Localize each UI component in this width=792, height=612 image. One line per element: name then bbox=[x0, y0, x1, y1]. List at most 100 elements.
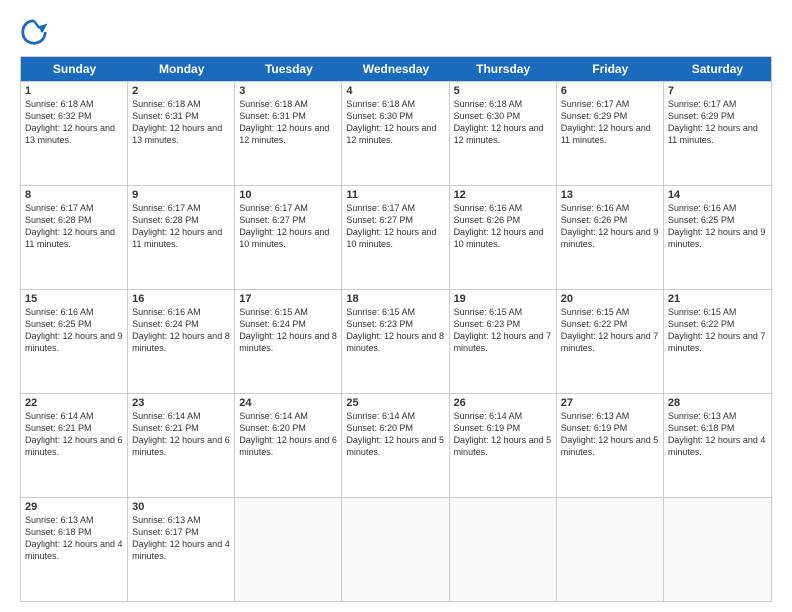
day-number: 4 bbox=[346, 85, 444, 97]
day-info: Sunrise: 6:17 AMSunset: 6:29 PMDaylight:… bbox=[668, 98, 767, 147]
day-cell-26: 26Sunrise: 6:14 AMSunset: 6:19 PMDayligh… bbox=[450, 394, 557, 497]
day-info: Sunrise: 6:17 AMSunset: 6:27 PMDaylight:… bbox=[239, 202, 337, 251]
day-cell-9: 9Sunrise: 6:17 AMSunset: 6:28 PMDaylight… bbox=[128, 186, 235, 289]
day-cell-22: 22Sunrise: 6:14 AMSunset: 6:21 PMDayligh… bbox=[21, 394, 128, 497]
header bbox=[20, 18, 772, 46]
week-row-5: 29Sunrise: 6:13 AMSunset: 6:18 PMDayligh… bbox=[21, 497, 771, 601]
day-cell-4: 4Sunrise: 6:18 AMSunset: 6:30 PMDaylight… bbox=[342, 82, 449, 185]
day-number: 20 bbox=[561, 293, 659, 305]
day-number: 10 bbox=[239, 189, 337, 201]
day-info: Sunrise: 6:18 AMSunset: 6:30 PMDaylight:… bbox=[346, 98, 444, 147]
day-cell-11: 11Sunrise: 6:17 AMSunset: 6:27 PMDayligh… bbox=[342, 186, 449, 289]
day-info: Sunrise: 6:17 AMSunset: 6:28 PMDaylight:… bbox=[132, 202, 230, 251]
day-number: 28 bbox=[668, 397, 767, 409]
empty-cell bbox=[342, 498, 449, 601]
header-day-sunday: Sunday bbox=[21, 57, 128, 81]
day-info: Sunrise: 6:16 AMSunset: 6:26 PMDaylight:… bbox=[561, 202, 659, 251]
day-cell-24: 24Sunrise: 6:14 AMSunset: 6:20 PMDayligh… bbox=[235, 394, 342, 497]
day-number: 26 bbox=[454, 397, 552, 409]
day-info: Sunrise: 6:15 AMSunset: 6:22 PMDaylight:… bbox=[561, 306, 659, 355]
day-number: 9 bbox=[132, 189, 230, 201]
week-row-2: 8 Sunrise: 6:17 AMSunset: 6:28 PMDaylight… bbox=[21, 185, 771, 289]
day-info: Sunrise: 6:13 AMSunset: 6:19 PMDaylight:… bbox=[561, 410, 659, 459]
day-info: Sunrise: 6:18 AMSunset: 6:32 PMDaylight:… bbox=[25, 98, 123, 147]
day-number: 18 bbox=[346, 293, 444, 305]
day-number: 13 bbox=[561, 189, 659, 201]
day-cell-1: 1Sunrise: 6:18 AMSunset: 6:32 PMDaylight… bbox=[21, 82, 128, 185]
day-number: 6 bbox=[561, 85, 659, 97]
header-day-saturday: Saturday bbox=[664, 57, 771, 81]
day-info: Sunrise: 6:16 AMSunset: 6:25 PMDaylight:… bbox=[25, 306, 123, 355]
empty-cell bbox=[664, 498, 771, 601]
day-number: 7 bbox=[668, 85, 767, 97]
day-info: Sunrise: 6:15 AMSunset: 6:24 PMDaylight:… bbox=[239, 306, 337, 355]
day-cell-21: 21Sunrise: 6:15 AMSunset: 6:22 PMDayligh… bbox=[664, 290, 771, 393]
day-cell-14: 14Sunrise: 6:16 AMSunset: 6:25 PMDayligh… bbox=[664, 186, 771, 289]
header-day-monday: Monday bbox=[128, 57, 235, 81]
day-number: 19 bbox=[454, 293, 552, 305]
day-cell-29: 29Sunrise: 6:13 AMSunset: 6:18 PMDayligh… bbox=[21, 498, 128, 601]
day-cell-25: 25Sunrise: 6:14 AMSunset: 6:20 PMDayligh… bbox=[342, 394, 449, 497]
day-cell-13: 13Sunrise: 6:16 AMSunset: 6:26 PMDayligh… bbox=[557, 186, 664, 289]
day-cell-6: 6Sunrise: 6:17 AMSunset: 6:29 PMDaylight… bbox=[557, 82, 664, 185]
day-info: Sunrise: 6:14 AMSunset: 6:21 PMDaylight:… bbox=[132, 410, 230, 459]
header-day-thursday: Thursday bbox=[450, 57, 557, 81]
day-cell-5: 5Sunrise: 6:18 AMSunset: 6:30 PMDaylight… bbox=[450, 82, 557, 185]
day-cell-10: 10Sunrise: 6:17 AMSunset: 6:27 PMDayligh… bbox=[235, 186, 342, 289]
day-number: 30 bbox=[132, 501, 230, 513]
day-info: Sunrise: 6:14 AMSunset: 6:19 PMDaylight:… bbox=[454, 410, 552, 459]
calendar-header: SundayMondayTuesdayWednesdayThursdayFrid… bbox=[21, 57, 771, 81]
day-info: Sunrise: 6:14 AMSunset: 6:20 PMDaylight:… bbox=[346, 410, 444, 459]
day-cell-17: 17Sunrise: 6:15 AMSunset: 6:24 PMDayligh… bbox=[235, 290, 342, 393]
calendar: SundayMondayTuesdayWednesdayThursdayFrid… bbox=[20, 56, 772, 602]
day-info: Sunrise: 6:15 AMSunset: 6:22 PMDaylight:… bbox=[668, 306, 767, 355]
day-info: Sunrise: 6:18 AMSunset: 6:31 PMDaylight:… bbox=[132, 98, 230, 147]
day-info: Sunrise: 6:13 AMSunset: 6:18 PMDaylight:… bbox=[25, 514, 123, 563]
day-cell-7: 7Sunrise: 6:17 AMSunset: 6:29 PMDaylight… bbox=[664, 82, 771, 185]
day-info: Sunrise: 6:15 AMSunset: 6:23 PMDaylight:… bbox=[454, 306, 552, 355]
day-number: 14 bbox=[668, 189, 767, 201]
empty-cell bbox=[235, 498, 342, 601]
day-info: Sunrise: 6:16 AMSunset: 6:25 PMDaylight:… bbox=[668, 202, 767, 251]
day-cell-12: 12Sunrise: 6:16 AMSunset: 6:26 PMDayligh… bbox=[450, 186, 557, 289]
day-number: 12 bbox=[454, 189, 552, 201]
day-number: 25 bbox=[346, 397, 444, 409]
day-cell-18: 18Sunrise: 6:15 AMSunset: 6:23 PMDayligh… bbox=[342, 290, 449, 393]
day-number: 2 bbox=[132, 85, 230, 97]
day-info: Sunrise: 6:17 AMSunset: 6:29 PMDaylight:… bbox=[561, 98, 659, 147]
day-info: Sunrise: 6:18 AMSunset: 6:30 PMDaylight:… bbox=[454, 98, 552, 147]
logo bbox=[20, 18, 52, 46]
logo-icon bbox=[20, 18, 48, 46]
day-cell-8: 8Sunrise: 6:17 AMSunset: 6:28 PMDaylight… bbox=[21, 186, 128, 289]
day-cell-23: 23Sunrise: 6:14 AMSunset: 6:21 PMDayligh… bbox=[128, 394, 235, 497]
day-cell-16: 16Sunrise: 6:16 AMSunset: 6:24 PMDayligh… bbox=[128, 290, 235, 393]
calendar-body: 1Sunrise: 6:18 AMSunset: 6:32 PMDaylight… bbox=[21, 81, 771, 601]
day-number: 15 bbox=[25, 293, 123, 305]
week-row-3: 15Sunrise: 6:16 AMSunset: 6:25 PMDayligh… bbox=[21, 289, 771, 393]
day-info: Sunrise: 6:18 AMSunset: 6:31 PMDaylight:… bbox=[239, 98, 337, 147]
day-number: 23 bbox=[132, 397, 230, 409]
day-cell-28: 28Sunrise: 6:13 AMSunset: 6:18 PMDayligh… bbox=[664, 394, 771, 497]
day-number: 29 bbox=[25, 501, 123, 513]
header-day-wednesday: Wednesday bbox=[342, 57, 449, 81]
day-number: 5 bbox=[454, 85, 552, 97]
day-info: Sunrise: 6:13 AMSunset: 6:18 PMDaylight:… bbox=[668, 410, 767, 459]
day-cell-27: 27Sunrise: 6:13 AMSunset: 6:19 PMDayligh… bbox=[557, 394, 664, 497]
header-day-tuesday: Tuesday bbox=[235, 57, 342, 81]
day-info: Sunrise: 6:13 AMSunset: 6:17 PMDaylight:… bbox=[132, 514, 230, 563]
day-number: 21 bbox=[668, 293, 767, 305]
day-number: 27 bbox=[561, 397, 659, 409]
day-info: Sunrise: 6:14 AMSunset: 6:21 PMDaylight:… bbox=[25, 410, 123, 459]
day-info: Sunrise: 6:15 AMSunset: 6:23 PMDaylight:… bbox=[346, 306, 444, 355]
day-info: Sunrise: 6:14 AMSunset: 6:20 PMDaylight:… bbox=[239, 410, 337, 459]
day-number: 1 bbox=[25, 85, 123, 97]
day-number: 22 bbox=[25, 397, 123, 409]
day-cell-15: 15Sunrise: 6:16 AMSunset: 6:25 PMDayligh… bbox=[21, 290, 128, 393]
day-number: 8 bbox=[25, 189, 123, 201]
day-cell-3: 3Sunrise: 6:18 AMSunset: 6:31 PMDaylight… bbox=[235, 82, 342, 185]
header-day-friday: Friday bbox=[557, 57, 664, 81]
day-cell-2: 2Sunrise: 6:18 AMSunset: 6:31 PMDaylight… bbox=[128, 82, 235, 185]
calendar-page: SundayMondayTuesdayWednesdayThursdayFrid… bbox=[0, 0, 792, 612]
day-info: Sunrise: 6:16 AMSunset: 6:26 PMDaylight:… bbox=[454, 202, 552, 251]
empty-cell bbox=[450, 498, 557, 601]
